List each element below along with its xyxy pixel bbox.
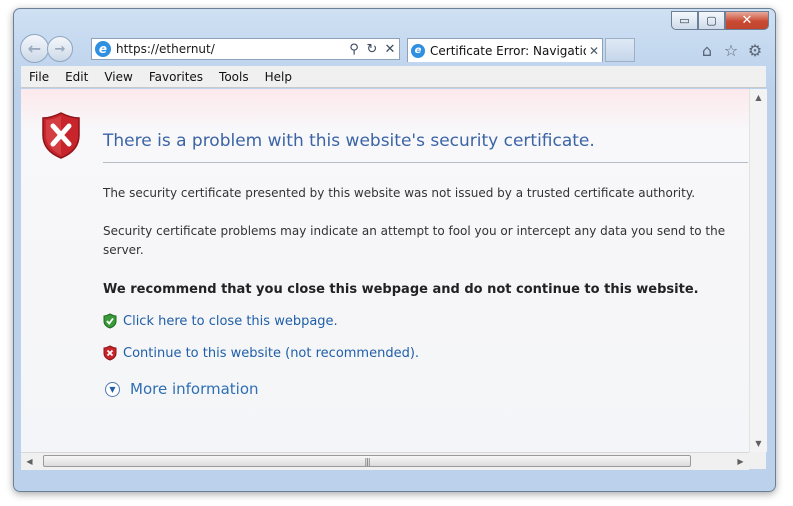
new-tab-button[interactable] xyxy=(605,38,635,62)
menu-favorites[interactable]: Favorites xyxy=(141,70,211,84)
scroll-up-icon[interactable]: ▲ xyxy=(750,89,767,106)
more-information-toggle[interactable]: ▼ More information xyxy=(105,380,259,398)
search-icon[interactable]: ⚲ xyxy=(345,42,363,57)
continue-row: Continue to this website (not recommende… xyxy=(103,345,419,361)
shield-error-icon xyxy=(42,112,80,159)
horizontal-scrollbar[interactable]: ◀ ||| ▶ xyxy=(21,452,749,470)
shield-x-icon xyxy=(103,345,117,361)
page-content: There is a problem with this website's s… xyxy=(21,89,749,462)
menu-bar: File Edit View Favorites Tools Help xyxy=(21,66,766,88)
back-arrow-icon[interactable]: ← xyxy=(20,34,49,63)
description-text: The security certificate presented by th… xyxy=(103,186,696,200)
more-information-label[interactable]: More information xyxy=(130,380,259,398)
vertical-scrollbar[interactable]: ▲ ▼ xyxy=(749,89,767,452)
tab-close-icon[interactable]: ✕ xyxy=(586,44,602,58)
close-webpage-link[interactable]: Click here to close this webpage. xyxy=(123,314,338,329)
scroll-down-icon[interactable]: ▼ xyxy=(750,435,767,452)
ie-logo-icon: e xyxy=(95,41,111,57)
caption-buttons: ▭ ▢ ✕ xyxy=(671,11,769,30)
shield-check-icon xyxy=(103,313,117,329)
chevron-down-icon[interactable]: ▼ xyxy=(105,381,120,397)
page-title: There is a problem with this website's s… xyxy=(103,131,595,151)
recommendation-text: We recommend that you close this webpage… xyxy=(103,282,699,297)
stop-icon[interactable]: ✕ xyxy=(381,42,399,57)
command-icons: ⌂ ☆ ⚙ xyxy=(697,40,765,60)
ie-tab-icon: e xyxy=(411,43,425,58)
scrollbar-corner xyxy=(749,452,766,469)
tab-label: Certificate Error: Navigation... xyxy=(430,43,586,58)
minimize-button[interactable]: ▭ xyxy=(671,11,698,30)
refresh-icon[interactable]: ↻ xyxy=(363,42,381,57)
horizontal-scroll-thumb[interactable]: ||| xyxy=(43,455,691,467)
divider xyxy=(103,162,748,163)
maximize-button[interactable]: ▢ xyxy=(698,11,725,30)
address-text[interactable]: https://ethernut/ xyxy=(116,42,345,56)
home-icon[interactable]: ⌂ xyxy=(697,40,717,60)
continue-link[interactable]: Continue to this website (not recommende… xyxy=(123,346,419,361)
warning-text: Security certificate problems may indica… xyxy=(103,224,726,257)
address-bar[interactable]: e https://ethernut/ ⚲ ↻ ✕ xyxy=(91,38,400,60)
forward-arrow-icon[interactable]: → xyxy=(47,36,73,62)
scroll-left-icon[interactable]: ◀ xyxy=(21,453,38,470)
navigation-buttons: ← → xyxy=(20,34,73,63)
menu-tools[interactable]: Tools xyxy=(211,70,257,84)
tab-certificate-error[interactable]: e Certificate Error: Navigation... ✕ xyxy=(407,38,603,62)
close-window-button[interactable]: ✕ xyxy=(725,11,769,30)
scroll-right-icon[interactable]: ▶ xyxy=(732,453,749,470)
menu-view[interactable]: View xyxy=(96,70,140,84)
menu-help[interactable]: Help xyxy=(257,70,300,84)
menu-edit[interactable]: Edit xyxy=(57,70,96,84)
tools-gear-icon[interactable]: ⚙ xyxy=(745,40,765,60)
favorites-star-icon[interactable]: ☆ xyxy=(721,40,741,60)
close-webpage-row: Click here to close this webpage. xyxy=(103,313,338,329)
menu-file[interactable]: File xyxy=(21,70,57,84)
